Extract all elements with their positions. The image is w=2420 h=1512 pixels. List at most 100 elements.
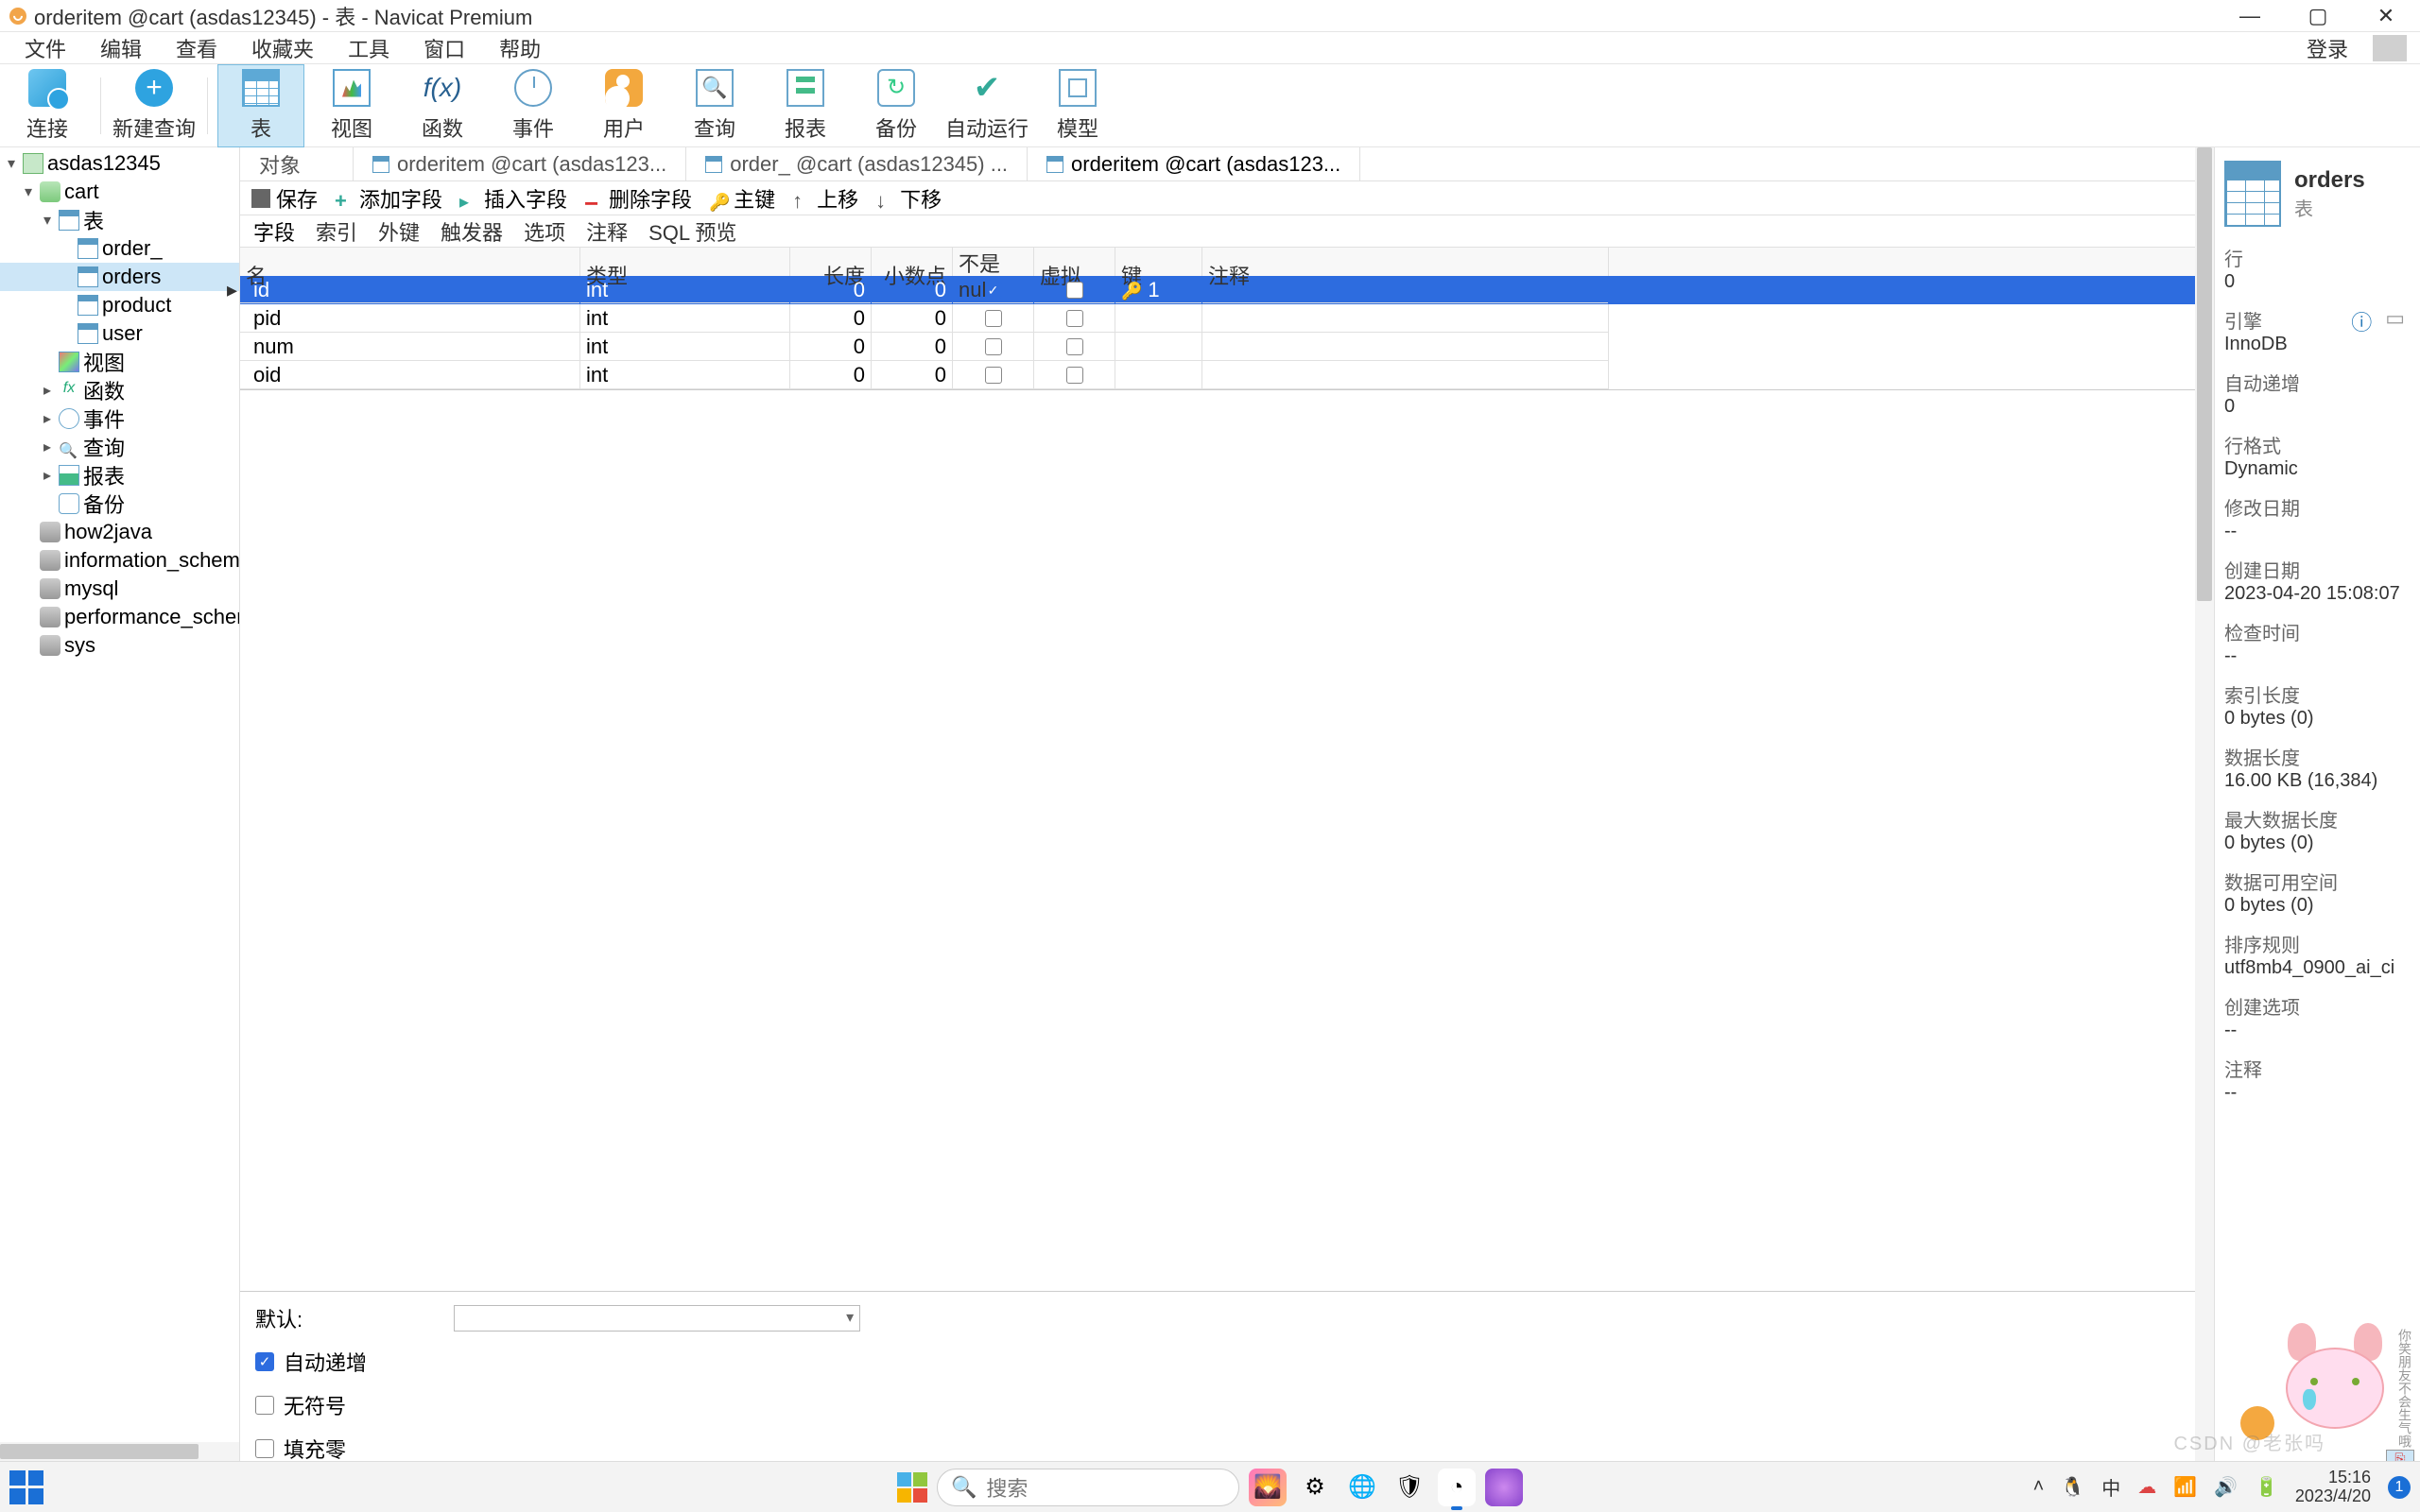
virtual-checkbox[interactable] [1066,338,1083,355]
tree-folder-backups[interactable]: 备份 [0,490,239,518]
prop-zerofill[interactable]: 填充零 [255,1434,2180,1464]
menu-view[interactable]: 查看 [159,29,234,67]
close-button[interactable]: ✕ [2352,0,2420,32]
avatar-icon[interactable] [2373,35,2407,61]
start-alt-icon[interactable] [9,1470,43,1504]
tree-database-cart[interactable]: ▾cart [0,178,239,206]
tree-db-how2java[interactable]: how2java [0,518,239,546]
virtual-checkbox[interactable] [1066,367,1083,384]
tool-backup[interactable]: 备份 [853,65,940,146]
tree-folder-functions[interactable]: ▸函数 [0,376,239,404]
table-row[interactable]: num int 0 0 [240,333,2195,361]
taskbar-app-purple[interactable] [1485,1469,1523,1506]
subtab-fk[interactable]: 外键 [378,216,420,247]
subtab-option[interactable]: 选项 [524,216,565,247]
notnull-checkbox[interactable] [985,367,1002,384]
tool-model[interactable]: 模型 [1034,65,1121,146]
tab-orderitem-2[interactable]: orderitem @cart (asdas123... [1028,147,1360,180]
tool-report[interactable]: 报表 [762,65,849,146]
taskbar-app-settings[interactable]: ⚙ [1296,1469,1334,1506]
action-move-up[interactable]: 上移 [792,183,858,214]
virtual-checkbox[interactable] [1066,282,1083,299]
tree-folder-reports[interactable]: ▸报表 [0,461,239,490]
tree-folder-views[interactable]: 视图 [0,348,239,376]
tray-volume-icon[interactable]: 🔊 [2214,1475,2238,1499]
tool-event[interactable]: 事件 [490,65,577,146]
ddl-icon[interactable]: ▭ [2385,306,2405,336]
menu-favorite[interactable]: 收藏夹 [234,29,331,67]
subtab-field[interactable]: 字段 [253,216,295,247]
tab-order[interactable]: order_ @cart (asdas12345) ... [686,147,1028,180]
virtual-checkbox[interactable] [1066,310,1083,327]
subtab-index[interactable]: 索引 [316,216,357,247]
notnull-checkbox[interactable] [985,310,1002,327]
tree-db-perfschema[interactable]: performance_schema [0,603,239,631]
maximize-button[interactable]: ▢ [2284,0,2352,32]
prop-autoincrement[interactable]: 自动递增 [255,1347,2180,1377]
tree-table-orders[interactable]: orders [0,263,239,291]
notnull-checkbox[interactable] [985,338,1002,355]
taskbar-app-navicat[interactable]: ◔ [1438,1469,1476,1506]
subtab-trigger[interactable]: 触发器 [441,216,503,247]
action-primary-key[interactable]: 主键 [709,183,775,214]
prop-default-combo[interactable] [454,1305,860,1332]
taskbar-app-gallery[interactable]: 🌄 [1249,1469,1287,1506]
prop-unsigned[interactable]: 无符号 [255,1390,2180,1420]
notnull-checkbox[interactable] [985,282,1002,299]
search-icon: 🔍 [951,1475,977,1500]
tool-user[interactable]: 用户 [580,65,667,146]
sidebar-scrollbar[interactable] [0,1442,240,1461]
tree-db-infoschema[interactable]: information_schema [0,546,239,575]
tree-folder-events[interactable]: ▸事件 [0,404,239,433]
tray-chevron-icon[interactable]: ˄ [2033,1476,2045,1498]
taskbar-app-shield[interactable]: 🛡 [1391,1469,1428,1506]
tree-db-sys[interactable]: sys [0,631,239,660]
table-row[interactable]: ▸id int 0 0 1 [240,276,2195,304]
tree-table-user[interactable]: user [0,319,239,348]
menu-tool[interactable]: 工具 [331,29,406,67]
tree-folder-tables[interactable]: ▾表 [0,206,239,234]
tree-folder-queries[interactable]: ▸查询 [0,433,239,461]
tray-input-icon[interactable]: 中 [2101,1473,2120,1501]
subtab-sql[interactable]: SQL 预览 [648,216,736,247]
tree-connection[interactable]: ▾asdas12345 [0,149,239,178]
info-property: 排序规则utf8mb4_0900_ai_ci [2224,930,2411,979]
action-move-down[interactable]: 下移 [875,183,942,214]
menu-edit[interactable]: 编辑 [83,29,159,67]
action-add-field[interactable]: 添加字段 [335,183,442,214]
tab-orderitem-1[interactable]: orderitem @cart (asdas123... [354,147,686,180]
tray-battery-icon[interactable]: 🔋 [2255,1475,2278,1499]
info-icon[interactable]: ⓘ [2351,306,2372,336]
menu-window[interactable]: 窗口 [406,29,482,67]
taskbar-clock[interactable]: 15:162023/4/20 [2295,1469,2371,1506]
tool-view[interactable]: 视图 [308,65,395,146]
taskbar-app-edge[interactable]: 🌐 [1343,1469,1381,1506]
tool-query[interactable]: 查询 [671,65,758,146]
action-insert-field[interactable]: 插入字段 [459,183,567,214]
tool-new-query[interactable]: 新建查询 [111,65,198,146]
tray-cloud-icon[interactable]: ☁ [2137,1475,2156,1499]
login-button[interactable]: 登录 [2290,29,2365,67]
tree-table-order[interactable]: order_ [0,234,239,263]
tool-auto[interactable]: 自动运行 [943,65,1030,146]
start-button[interactable] [897,1472,927,1503]
subtab-comment[interactable]: 注释 [586,216,628,247]
menu-file[interactable]: 文件 [8,29,83,67]
action-save[interactable]: 保存 [251,183,318,214]
taskbar-search[interactable]: 🔍搜索 [937,1469,1239,1506]
tree-db-mysql[interactable]: mysql [0,575,239,603]
table-row[interactable]: pid int 0 0 [240,304,2195,333]
tray-qq-icon[interactable]: 🐧 [2061,1475,2084,1499]
editor-scrollbar[interactable] [2195,147,2214,1461]
action-delete-field[interactable]: 删除字段 [584,183,692,214]
tray-wifi-icon[interactable]: 📶 [2173,1475,2197,1499]
menu-help[interactable]: 帮助 [482,29,558,67]
minimize-button[interactable]: — [2216,0,2284,32]
tool-table[interactable]: 表 [217,64,304,147]
taskbar-notifications[interactable]: 1 [2388,1476,2411,1499]
table-row[interactable]: oid int 0 0 [240,361,2195,389]
tree-table-product[interactable]: product [0,291,239,319]
tab-objects[interactable]: 对象 [240,147,354,180]
tool-connection[interactable]: 连接 [4,65,91,146]
tool-function[interactable]: f(x)函数 [399,65,486,146]
